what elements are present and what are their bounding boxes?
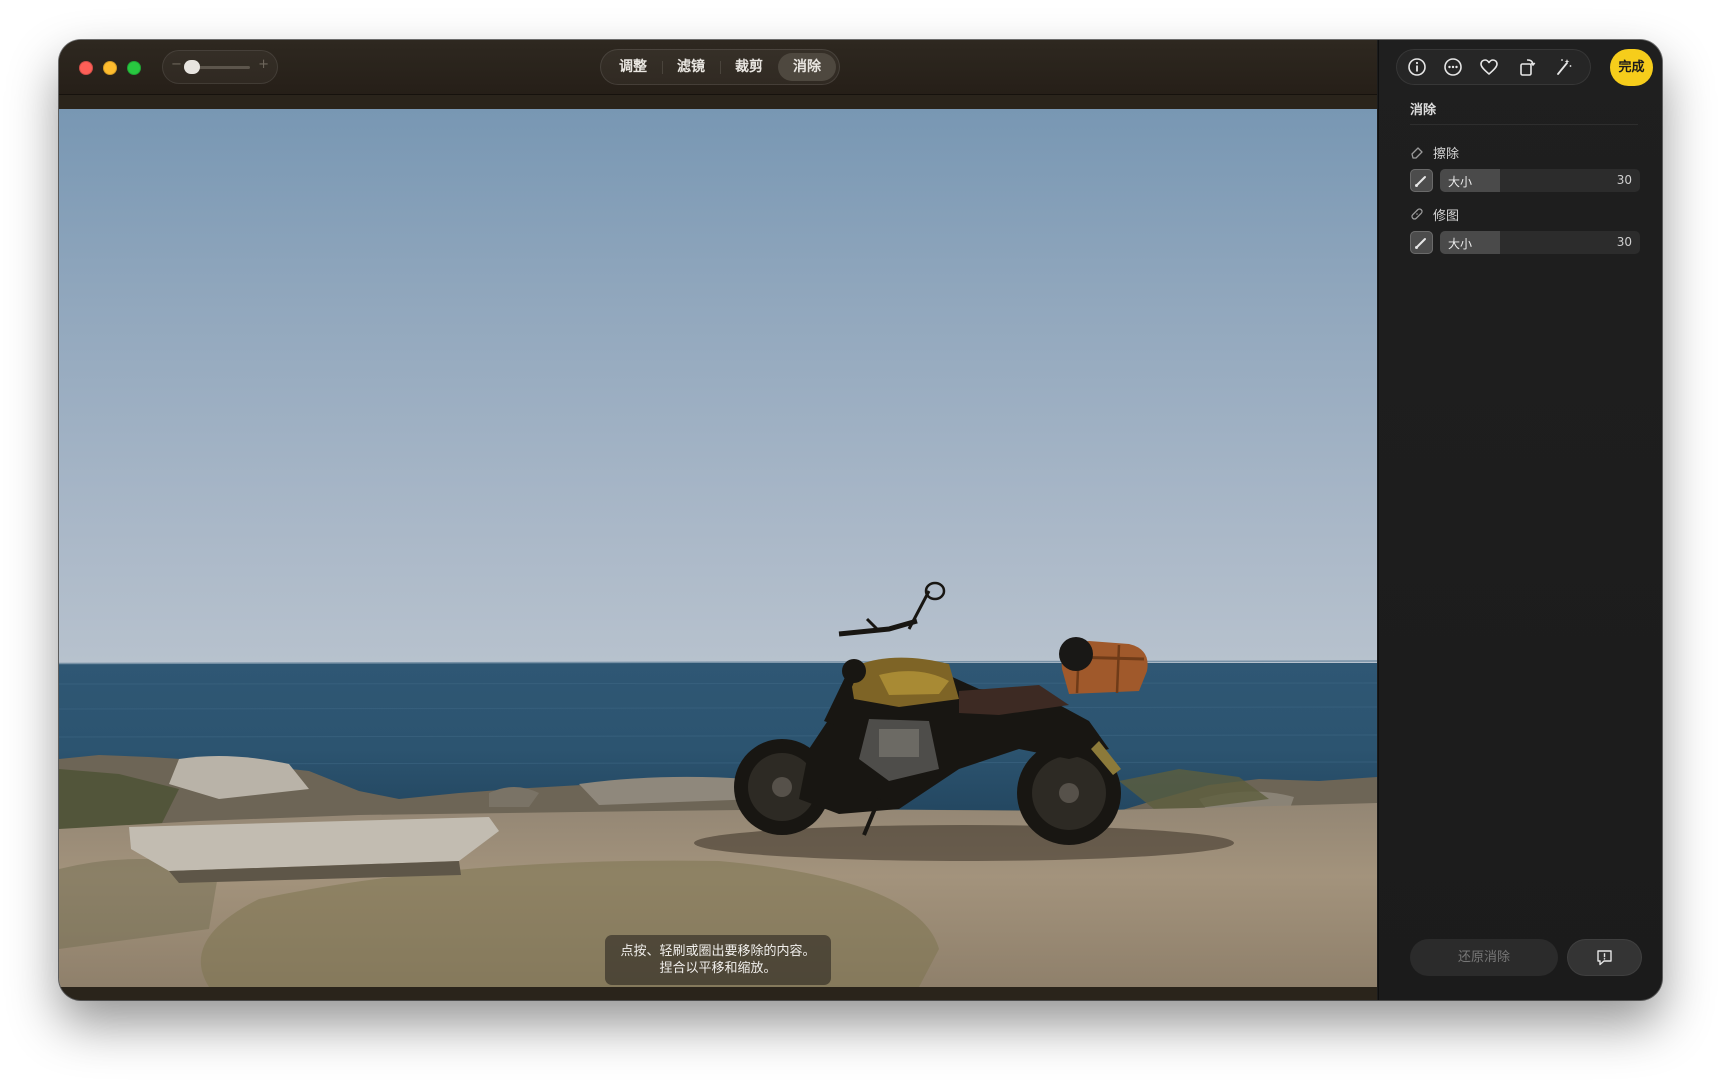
fullscreen-window-button[interactable] — [127, 61, 141, 75]
erase-tool-label: 擦除 — [1433, 146, 1460, 162]
edit-sidebar: 完成 消除 擦除 大小 30 修图 大小 30 还原消除 — [1378, 40, 1662, 1000]
bandage-icon — [1410, 207, 1424, 221]
retouch-tool-label: 修图 — [1433, 208, 1460, 224]
edit-mode-tabs: 调整 滤镜 裁剪 消除 — [600, 49, 840, 85]
hint-line-2: 捏合以平移和缩放。 — [659, 961, 777, 976]
zoom-slider[interactable]: − + — [162, 50, 278, 84]
zoom-knob[interactable] — [184, 60, 200, 74]
photo-canvas[interactable]: 点按、轻刷或圈出要移除的内容。 捏合以平移和缩放。 — [59, 109, 1377, 987]
photos-editor-window: − + 调整 滤镜 裁剪 消除 点按、轻刷或圈出要移除的内容。 捏合以平移和缩放… — [59, 40, 1662, 1000]
heart-icon[interactable] — [1478, 56, 1500, 78]
retouch-tool-header[interactable]: 修图 — [1410, 205, 1460, 224]
tab-crop[interactable]: 裁剪 — [720, 53, 778, 81]
minimize-window-button[interactable] — [103, 61, 117, 75]
erase-size-slider[interactable]: 大小 30 — [1440, 169, 1640, 192]
photo-editing-area: − + 调整 滤镜 裁剪 消除 点按、轻刷或圈出要移除的内容。 捏合以平移和缩放… — [59, 40, 1377, 1000]
zoom-in-icon[interactable]: + — [258, 57, 269, 72]
info-icon[interactable] — [1406, 56, 1428, 78]
rotate-icon[interactable] — [1516, 56, 1538, 78]
photo-image — [59, 581, 1377, 987]
more-icon[interactable] — [1442, 56, 1464, 78]
eraser-icon — [1410, 145, 1424, 159]
erase-size-value: 30 — [1616, 173, 1632, 187]
feedback-icon — [1597, 950, 1612, 966]
erase-brush-button[interactable] — [1410, 169, 1433, 192]
tab-filters[interactable]: 滤镜 — [662, 53, 720, 81]
revert-clean-up-button[interactable]: 还原消除 — [1410, 939, 1558, 976]
sidebar-divider — [1410, 124, 1638, 125]
retouch-size-value: 30 — [1616, 235, 1632, 249]
magic-wand-icon[interactable] — [1552, 56, 1574, 78]
close-window-button[interactable] — [79, 61, 93, 75]
tab-adjust[interactable]: 调整 — [604, 53, 662, 81]
retouch-brush-button[interactable] — [1410, 231, 1433, 254]
erase-size-label: 大小 — [1448, 175, 1473, 189]
title-bar: − + 调整 滤镜 裁剪 消除 — [59, 40, 1377, 95]
photo-action-toolbar — [1396, 49, 1591, 85]
sidebar-title: 消除 — [1410, 103, 1437, 118]
hint-line-1: 点按、轻刷或圈出要移除的内容。 — [620, 944, 816, 959]
done-button[interactable]: 完成 — [1610, 49, 1653, 86]
feedback-button[interactable] — [1567, 939, 1642, 976]
zoom-out-icon[interactable]: − — [171, 57, 182, 72]
tab-clean-up[interactable]: 消除 — [778, 53, 836, 81]
usage-hint: 点按、轻刷或圈出要移除的内容。 捏合以平移和缩放。 — [605, 935, 831, 985]
erase-tool-header[interactable]: 擦除 — [1410, 143, 1460, 162]
retouch-size-slider[interactable]: 大小 30 — [1440, 231, 1640, 254]
retouch-size-label: 大小 — [1448, 237, 1473, 251]
